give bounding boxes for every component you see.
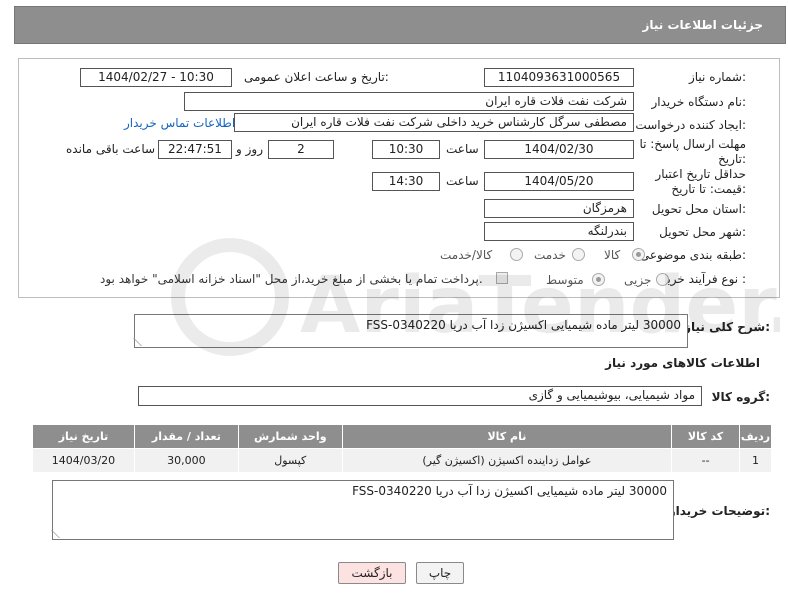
- requester-field: مصطفی سرگل کارشناس خرید داخلی شرکت نفت ف…: [234, 113, 634, 132]
- cell-code: --: [671, 448, 741, 473]
- col-code: کد کالا: [671, 424, 741, 449]
- process-label: نوع فرآیند خرید :: [661, 272, 746, 286]
- description-label: شرح کلی نیاز:: [684, 320, 770, 334]
- goods-group-field: مواد شیمیایی، بیوشیمیایی و گازی: [138, 386, 702, 406]
- cell-name: عوامل زداینده اکسیژن (اکسیژن گیر): [341, 448, 673, 473]
- days-field: 2: [268, 140, 334, 159]
- page-title: جزئیات اطلاعات نیاز: [642, 18, 763, 32]
- city-field: بندرلنگه: [484, 222, 634, 241]
- goods-group-label: گروه کالا:: [711, 390, 770, 404]
- goods-section-title: اطلاعات کالاهای مورد نیاز: [605, 356, 760, 370]
- col-quantity: تعداد / مقدار: [133, 424, 239, 449]
- need-number-label: شماره نیاز:: [688, 70, 746, 84]
- category-option-service: خدمت: [534, 248, 566, 262]
- requester-label: ایجاد کننده درخواست:: [635, 118, 746, 132]
- col-row: ردیف: [739, 424, 772, 449]
- cell-row: 1: [739, 448, 772, 473]
- process-option-minor: جزیی: [624, 273, 652, 287]
- cell-unit: کپسول: [237, 448, 343, 473]
- buyer-notes-label: توضیحات خریدار:: [668, 504, 770, 518]
- province-field: هرمزگان: [484, 199, 634, 218]
- buyer-contact-link[interactable]: اطلاعات تماس خریدار: [124, 116, 235, 130]
- reply-deadline-label: مهلت ارسال پاسخ: تا تاریخ:: [639, 137, 746, 166]
- category-option-both: کالا/خدمت: [440, 248, 493, 262]
- treasury-payment-note: پرداخت تمام یا بخشی از مبلغ خرید،از محل …: [100, 272, 483, 286]
- price-validity-label: حداقل تاریخ اعتبار قیمت: تا تاریخ:: [655, 167, 746, 196]
- buyer-notes-text: 30000 لیتر ماده شیمیایی اکسیژن زدا آب در…: [352, 484, 667, 498]
- goods-table: ردیف کد کالا نام کالا واحد شمارش تعداد /…: [32, 424, 772, 473]
- reply-date-field: 1404/02/30: [484, 140, 634, 159]
- back-button[interactable]: بازگشت: [338, 562, 406, 584]
- col-need-date: تاریخ نیاز: [32, 424, 135, 449]
- buyer-org-label: نام دستگاه خریدار:: [651, 95, 747, 109]
- col-name: نام کالا: [341, 424, 673, 449]
- announce-label: تاریخ و ساعت اعلان عمومی:: [244, 70, 389, 84]
- need-number-field: 1104093631000565: [484, 68, 634, 87]
- treasury-payment-checkbox[interactable]: [496, 272, 508, 284]
- table-row[interactable]: 1 -- عوامل زداینده اکسیژن (اکسیژن گیر) ک…: [32, 448, 772, 473]
- validity-hour-label: ساعت: [446, 174, 479, 188]
- description-text: 30000 لیتر ماده شیمیایی اکسیژن زدا آب در…: [366, 318, 681, 332]
- category-label: طبقه بندی موضوعی:: [639, 248, 746, 262]
- table-header-row: ردیف کد کالا نام کالا واحد شمارش تعداد /…: [32, 424, 772, 449]
- cell-quantity: 30,000: [133, 448, 239, 473]
- buyer-notes-textarea: 30000 لیتر ماده شیمیایی اکسیژن زدا آب در…: [51, 480, 674, 540]
- category-radio-goods[interactable]: [632, 248, 645, 261]
- process-option-medium: متوسط: [546, 273, 584, 287]
- description-textarea: 30000 لیتر ماده شیمیایی اکسیژن زدا آب در…: [133, 314, 688, 348]
- col-unit: واحد شمارش: [237, 424, 343, 449]
- validity-date-field: 1404/05/20: [484, 172, 634, 191]
- cell-need-date: 1404/03/20: [32, 448, 135, 473]
- city-label: شهر محل تحویل:: [659, 225, 746, 239]
- category-option-goods: کالا: [604, 248, 621, 262]
- remaining-time-field: 22:47:51: [158, 140, 232, 159]
- resize-grip-icon[interactable]: [133, 338, 149, 346]
- reply-time-field: 10:30: [372, 140, 440, 159]
- resize-grip-icon[interactable]: [51, 530, 67, 538]
- remaining-time-label: ساعت باقی مانده: [66, 142, 156, 156]
- announce-date-field: 1404/02/27 - 10:30: [80, 68, 232, 87]
- print-button[interactable]: چاپ: [416, 562, 464, 584]
- province-label: استان محل تحویل:: [651, 202, 746, 216]
- category-radio-service[interactable]: [572, 248, 585, 261]
- validity-time-field: 14:30: [372, 172, 440, 191]
- process-radio-medium[interactable]: [592, 273, 605, 286]
- buyer-org-field: شرکت نفت فلات قاره ایران: [184, 92, 634, 111]
- process-radio-minor[interactable]: [656, 273, 669, 286]
- days-label: روز و: [236, 142, 263, 156]
- page-header: جزئیات اطلاعات نیاز: [14, 6, 786, 44]
- category-radio-both[interactable]: [510, 248, 523, 261]
- reply-hour-label: ساعت: [446, 142, 479, 156]
